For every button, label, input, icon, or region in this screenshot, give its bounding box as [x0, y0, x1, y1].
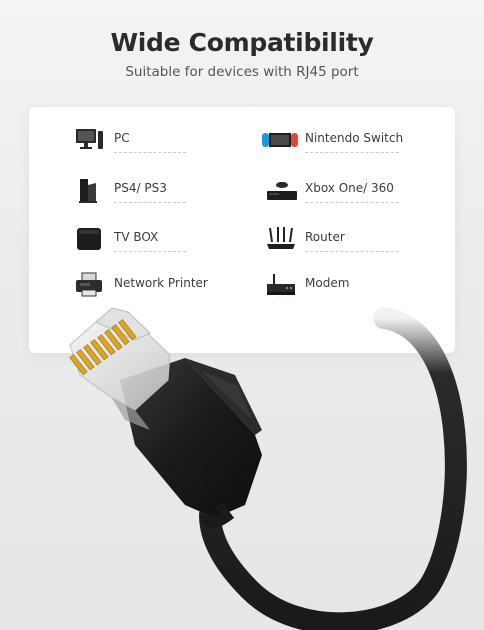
device-label: PS4/ PS3 — [114, 181, 167, 195]
desktop-pc-icon — [74, 125, 104, 155]
page-title: Wide Compatibility — [110, 28, 374, 57]
nintendo-switch-icon — [262, 125, 298, 155]
device-label: Router — [305, 230, 345, 244]
router-icon — [265, 224, 295, 254]
printer-icon — [74, 270, 104, 300]
device-label: TV BOX — [114, 230, 159, 244]
device-label: PC — [114, 131, 130, 145]
compatibility-card: PC PS4/ PS3 TV BOX Network Printer Ninte… — [29, 107, 455, 353]
device-label: Network Printer — [114, 276, 208, 290]
divider — [305, 251, 399, 252]
xbox-console-icon — [265, 175, 297, 205]
connector-boot — [120, 358, 262, 518]
game-console-icon — [74, 175, 104, 205]
cable-wire — [199, 307, 467, 630]
divider — [114, 152, 186, 153]
device-label: Modem — [305, 276, 350, 290]
page-subtitle: Suitable for devices with RJ45 port — [125, 64, 359, 80]
divider — [114, 202, 186, 203]
device-label: Nintendo Switch — [305, 131, 404, 145]
modem-icon — [265, 270, 295, 300]
divider — [305, 202, 399, 203]
divider — [114, 251, 186, 252]
divider — [305, 152, 399, 153]
tv-box-icon — [74, 224, 104, 254]
device-label: Xbox One/ 360 — [305, 181, 394, 195]
